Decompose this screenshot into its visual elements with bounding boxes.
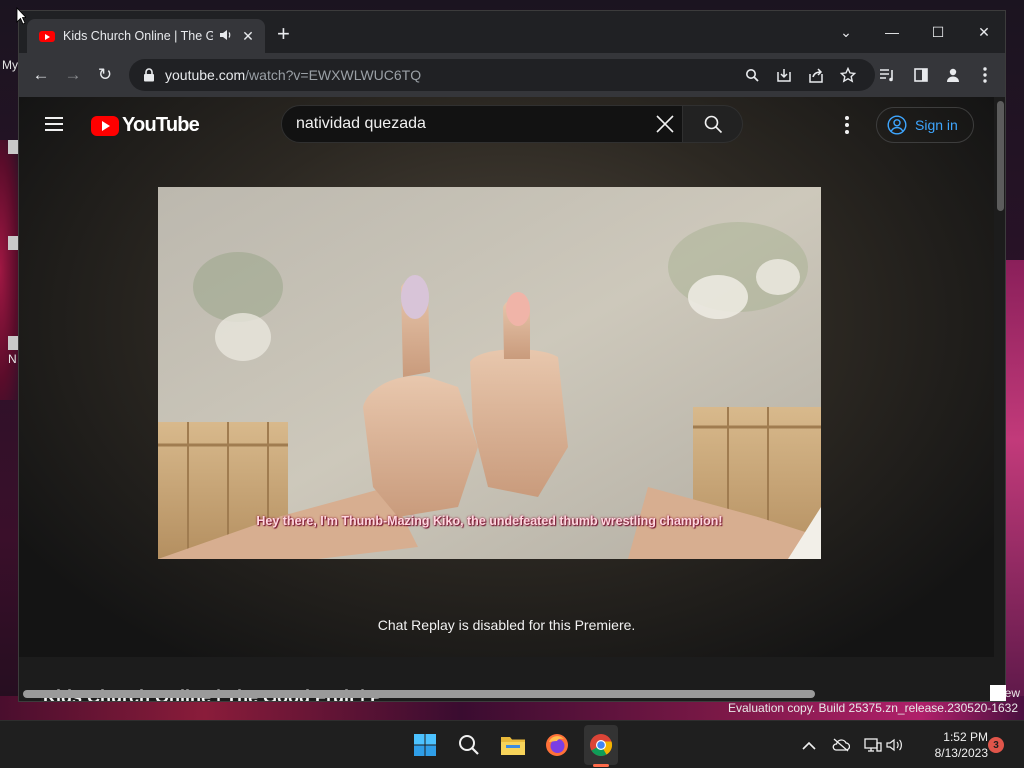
youtube-logo[interactable]: YouTube (91, 114, 200, 137)
browser-tab-active[interactable]: Kids Church Online | The Goo ✕ (27, 19, 265, 53)
watermark-fragment: ew (1004, 686, 1020, 700)
youtube-play-logo-icon (91, 115, 119, 136)
chrome-window: Kids Church Online | The Goo ✕ + ⌄ — ☐ ✕… (18, 10, 1006, 702)
desktop-icon-label[interactable]: My (2, 58, 18, 72)
firefox-icon[interactable] (543, 731, 571, 759)
share-icon[interactable] (807, 66, 825, 84)
notification-badge[interactable]: 3 (988, 737, 1004, 753)
lock-icon[interactable] (143, 68, 155, 82)
search-query[interactable]: natividad quezada (296, 115, 426, 133)
youtube-header: YouTube natividad quezada Sign in (19, 97, 994, 153)
search-input[interactable]: natividad quezada (281, 105, 683, 143)
desktop-icon-fragment[interactable] (8, 140, 18, 154)
browser-toolbar: ← → ↻ youtube.com/watch?v=EWXWLWUC6TQ (19, 53, 1005, 97)
video-player[interactable]: Hey there, I'm Thumb-Mazing Kiko, the un… (158, 187, 821, 559)
tab-close-icon[interactable]: ✕ (241, 28, 255, 45)
reading-list-icon[interactable] (877, 65, 897, 85)
tab-search-chevron-down-icon[interactable]: ⌄ (823, 17, 869, 47)
youtube-page: YouTube natividad quezada Sign in Hey th… (19, 97, 994, 701)
clock-date: 8/13/2023 (934, 746, 988, 760)
search-icon[interactable] (455, 731, 483, 759)
desktop-icon-fragment[interactable] (8, 336, 18, 350)
video-frame (158, 187, 821, 559)
side-panel-icon[interactable] (911, 65, 931, 85)
chevron-up-icon[interactable] (800, 736, 818, 754)
desktop-icon-label[interactable]: N (8, 352, 17, 366)
search-button[interactable] (683, 105, 743, 143)
desktop-icon-fragment[interactable] (8, 236, 18, 250)
video-caption: Hey there, I'm Thumb-Mazing Kiko, the un… (256, 514, 723, 528)
settings-more-icon[interactable] (845, 116, 849, 134)
profile-icon[interactable] (943, 65, 963, 85)
cloud-offline-icon[interactable] (832, 736, 850, 754)
evaluation-watermark: Evaluation copy. Build 25375.zn_release.… (728, 701, 1018, 715)
search-icon (704, 115, 722, 134)
speaker-icon[interactable] (219, 29, 233, 44)
white-square-artifact (990, 685, 1006, 701)
chat-replay-message: Chat Replay is disabled for this Premier… (377, 617, 636, 633)
volume-icon[interactable] (886, 736, 904, 754)
horizontal-scroll-thumb[interactable] (23, 690, 815, 698)
mouse-cursor-icon (16, 7, 26, 25)
tab-title: Kids Church Online | The Goo (63, 29, 213, 43)
maximize-button[interactable]: ☐ (915, 17, 961, 47)
wallpaper-glow-right (1004, 260, 1024, 710)
menu-icon[interactable] (975, 65, 995, 85)
install-icon[interactable] (775, 66, 793, 84)
account-circle-icon (887, 115, 907, 135)
youtube-favicon-icon (39, 30, 55, 42)
forward-button[interactable]: → (61, 63, 85, 87)
url-host: youtube.com (165, 67, 246, 83)
minimize-button[interactable]: — (869, 17, 915, 47)
zoom-icon[interactable] (743, 66, 761, 84)
url-text[interactable]: youtube.com/watch?v=EWXWLWUC6TQ (165, 67, 421, 83)
windows-start-icon[interactable] (411, 731, 439, 759)
clear-search-icon[interactable] (652, 111, 678, 137)
reload-button[interactable]: ↻ (93, 63, 117, 87)
taskbar: 1:52 PM 8/13/2023 3 (0, 720, 1024, 768)
hamburger-menu-icon[interactable] (45, 117, 63, 131)
browser-titlebar: Kids Church Online | The Goo ✕ + ⌄ — ☐ ✕ (19, 11, 1005, 53)
youtube-logo-text: YouTube (122, 114, 200, 136)
close-window-button[interactable]: ✕ (961, 17, 1005, 47)
vertical-scroll-thumb[interactable] (997, 101, 1004, 211)
url-path: /watch?v=EWXWLWUC6TQ (245, 67, 422, 83)
active-app-indicator (593, 764, 609, 767)
new-tab-button[interactable]: + (277, 23, 290, 45)
network-icon[interactable] (864, 736, 882, 754)
sign-in-label: Sign in (915, 117, 958, 133)
clock-time: 1:52 PM (943, 730, 988, 744)
file-explorer-icon[interactable] (499, 731, 527, 759)
sign-in-button[interactable]: Sign in (876, 107, 974, 143)
taskbar-clock[interactable]: 1:52 PM 8/13/2023 (912, 729, 988, 761)
address-bar[interactable]: youtube.com/watch?v=EWXWLWUC6TQ (129, 59, 875, 91)
back-button[interactable]: ← (29, 63, 53, 87)
bookmark-star-icon[interactable] (839, 66, 857, 84)
chrome-icon[interactable] (587, 731, 615, 759)
